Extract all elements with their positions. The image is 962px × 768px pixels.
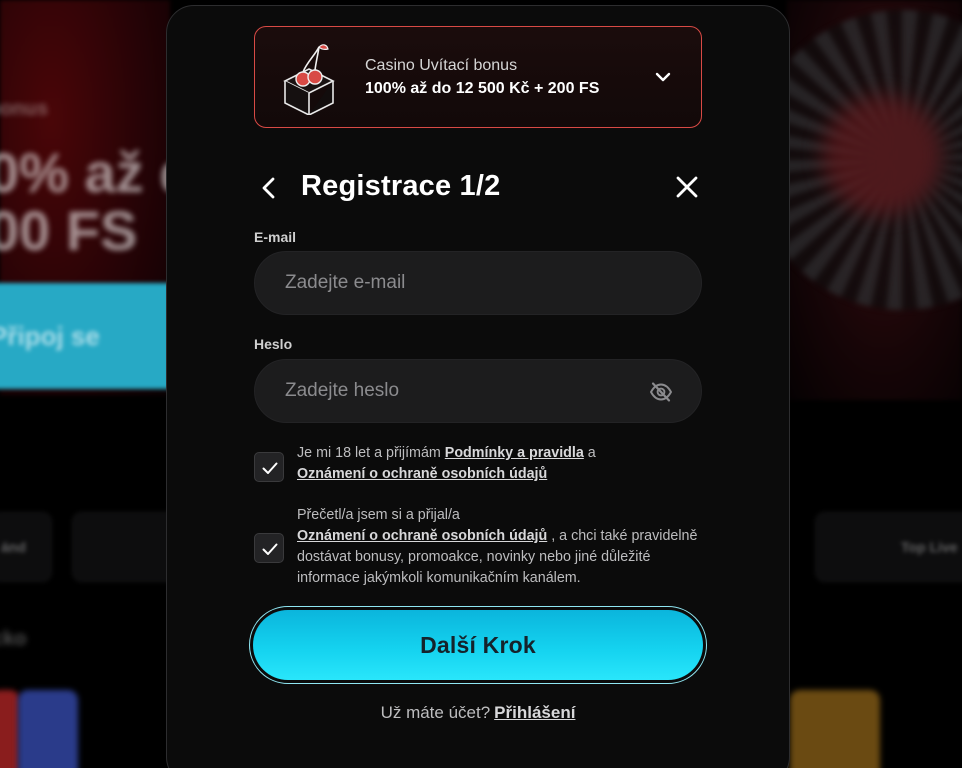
game-thumbnail	[0, 690, 20, 768]
terms-text-before: Je mi 18 let a přijímám	[297, 445, 445, 461]
check-icon	[262, 462, 278, 474]
terms-text: Je mi 18 let a přijímám Podmínky a pravi…	[297, 443, 717, 485]
cherry-box-icon	[283, 44, 335, 115]
game-thumbnail	[18, 690, 78, 768]
password-label: Heslo	[254, 336, 293, 352]
bonus-selector[interactable]: Casino Uvítací bonus 100% až do 12 500 K…	[254, 26, 702, 128]
category-chip: ánd	[0, 512, 52, 582]
category-chip-label: Top Live	[901, 539, 958, 555]
modal-header: Registrace 1/2	[254, 168, 702, 208]
section-heading: cko	[0, 628, 27, 650]
marketing-checkbox[interactable]	[254, 533, 284, 563]
roulette-glow	[822, 95, 942, 215]
terms-text-mid: a	[583, 445, 596, 461]
registration-modal: Casino Uvítací bonus 100% až do 12 500 K…	[166, 5, 790, 768]
marketing-text: Přečetl/a jsem si a přijal/a Oznámení o …	[297, 505, 717, 589]
email-label: E-mail	[254, 229, 297, 245]
hero-text-line1: bonus	[0, 98, 48, 120]
terms-link[interactable]: Podmínky a pravidla	[445, 445, 584, 461]
email-field-wrapper	[254, 251, 702, 315]
terms-checkbox[interactable]	[254, 452, 284, 482]
email-input[interactable]	[285, 252, 635, 314]
back-arrow-icon[interactable]	[256, 174, 282, 202]
check-icon	[262, 543, 278, 555]
privacy-link[interactable]: Oznámení o ochraně osobních údajů	[297, 466, 547, 482]
hero-cta-button: Připoj se	[0, 283, 170, 389]
bonus-text: Casino Uvítací bonus 100% až do 12 500 K…	[365, 56, 599, 100]
login-prompt-text: Už máte účet?	[380, 703, 491, 722]
next-step-button-wrapper: Další Krok	[249, 606, 707, 684]
password-field-wrapper	[254, 359, 702, 423]
bonus-label: Casino Uvítací bonus	[365, 57, 518, 74]
game-thumbnail	[790, 690, 880, 768]
marketing-text-before: Přečetl/a jsem si a přijal/a	[297, 507, 460, 523]
category-chip: Top Live	[815, 512, 962, 582]
page-title: Registrace 1/2	[301, 170, 501, 202]
login-prompt: Už máte účet? Přihlášení	[254, 703, 702, 723]
password-input[interactable]	[285, 360, 635, 422]
login-link[interactable]: Přihlášení	[494, 703, 575, 722]
privacy-link-marketing[interactable]: Oznámení o ochraně osobních údajů	[297, 528, 547, 544]
bonus-value: 100% až do 12 500 Kč + 200 FS	[365, 80, 600, 97]
close-icon[interactable]	[672, 172, 702, 202]
hero-text-line3: 00 FS	[0, 199, 138, 262]
chevron-down-icon[interactable]	[653, 67, 673, 87]
eye-slash-icon[interactable]	[649, 380, 673, 404]
category-chip-label: ánd	[1, 539, 26, 555]
hero-cta-label: Připoj se	[0, 321, 100, 351]
hero-text-line2: 0% až d	[0, 141, 194, 204]
next-step-button[interactable]: Další Krok	[253, 610, 703, 680]
next-step-label: Další Krok	[420, 631, 536, 658]
